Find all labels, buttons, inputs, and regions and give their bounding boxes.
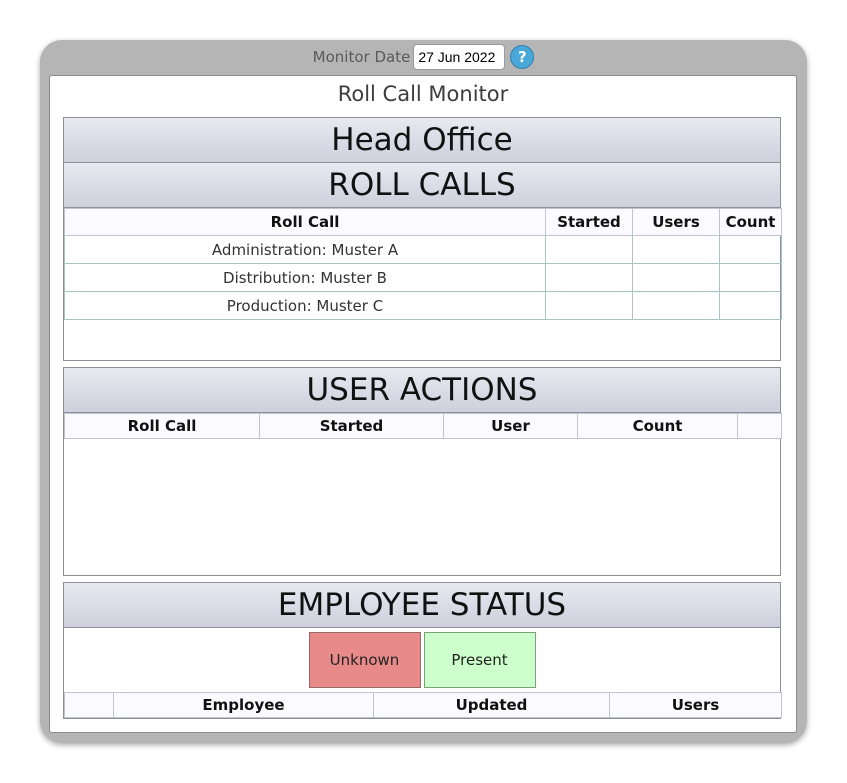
col-started[interactable]: Started bbox=[545, 208, 633, 236]
col-users[interactable]: Users bbox=[632, 208, 720, 236]
roll-call-name: Administration: Muster A bbox=[64, 235, 546, 264]
col-users[interactable]: Users bbox=[609, 692, 782, 718]
monitor-date-label: Monitor Date bbox=[312, 48, 411, 66]
monitor-date-input[interactable] bbox=[413, 44, 506, 70]
roll-call-started bbox=[545, 263, 633, 292]
roll-calls-heading: ROLL CALLS bbox=[64, 163, 780, 208]
roll-call-count bbox=[719, 235, 782, 264]
col-count[interactable]: Count bbox=[577, 413, 738, 439]
table-row[interactable]: Distribution: Muster B bbox=[64, 263, 782, 292]
col-started[interactable]: Started bbox=[259, 413, 444, 439]
user-actions-table: Roll Call Started User Count bbox=[64, 413, 782, 439]
unknown-status-button[interactable]: Unknown bbox=[308, 632, 421, 688]
roll-call-name: Production: Muster C bbox=[64, 291, 546, 320]
roll-call-users bbox=[632, 263, 720, 292]
col-user[interactable]: User bbox=[443, 413, 578, 439]
col-count[interactable]: Count bbox=[719, 208, 782, 236]
roll-call-started bbox=[545, 291, 633, 320]
col-extra bbox=[737, 413, 782, 439]
roll-calls-section: Head Office ROLL CALLS Roll Call Started… bbox=[63, 117, 782, 361]
help-icon[interactable]: ? bbox=[510, 45, 535, 69]
date-bar: Monitor Date ? bbox=[40, 40, 807, 74]
roll-call-started bbox=[545, 235, 633, 264]
employee-status-section: EMPLOYEE STATUS Unknown Present Employee… bbox=[63, 582, 782, 719]
table-row[interactable]: Production: Muster C bbox=[64, 291, 782, 320]
col-select bbox=[64, 692, 114, 718]
col-updated[interactable]: Updated bbox=[373, 692, 610, 718]
employee-status-table: Employee Updated Users bbox=[64, 692, 782, 718]
roll-call-count bbox=[719, 291, 782, 320]
col-employee[interactable]: Employee bbox=[113, 692, 374, 718]
roll-call-count bbox=[719, 263, 782, 292]
page-title: Roll Call Monitor bbox=[337, 82, 509, 106]
app-frame: Monitor Date ? Roll Call Monitor Head Of… bbox=[40, 40, 807, 743]
col-roll-call[interactable]: Roll Call bbox=[64, 208, 546, 236]
roll-call-name: Distribution: Muster B bbox=[64, 263, 546, 292]
office-name: Head Office bbox=[64, 118, 780, 163]
user-actions-heading: USER ACTIONS bbox=[64, 368, 780, 413]
table-row[interactable]: Administration: Muster A bbox=[64, 235, 782, 264]
col-roll-call[interactable]: Roll Call bbox=[64, 413, 260, 439]
employee-status-heading: EMPLOYEE STATUS bbox=[64, 583, 780, 628]
user-actions-section: USER ACTIONS Roll Call Started User Coun… bbox=[63, 367, 782, 576]
status-filter-buttons: Unknown Present bbox=[64, 632, 780, 688]
roll-call-users bbox=[632, 291, 720, 320]
present-status-button[interactable]: Present bbox=[423, 632, 536, 688]
employee-status-header-row: Employee Updated Users bbox=[64, 692, 782, 718]
monitor-panel: Roll Call Monitor Head Office ROLL CALLS… bbox=[49, 75, 797, 733]
roll-calls-table: Roll Call Started Users Count Administra… bbox=[64, 208, 782, 320]
user-actions-header-row: Roll Call Started User Count bbox=[64, 413, 782, 439]
roll-call-users bbox=[632, 235, 720, 264]
roll-calls-header-row: Roll Call Started Users Count bbox=[64, 208, 782, 236]
